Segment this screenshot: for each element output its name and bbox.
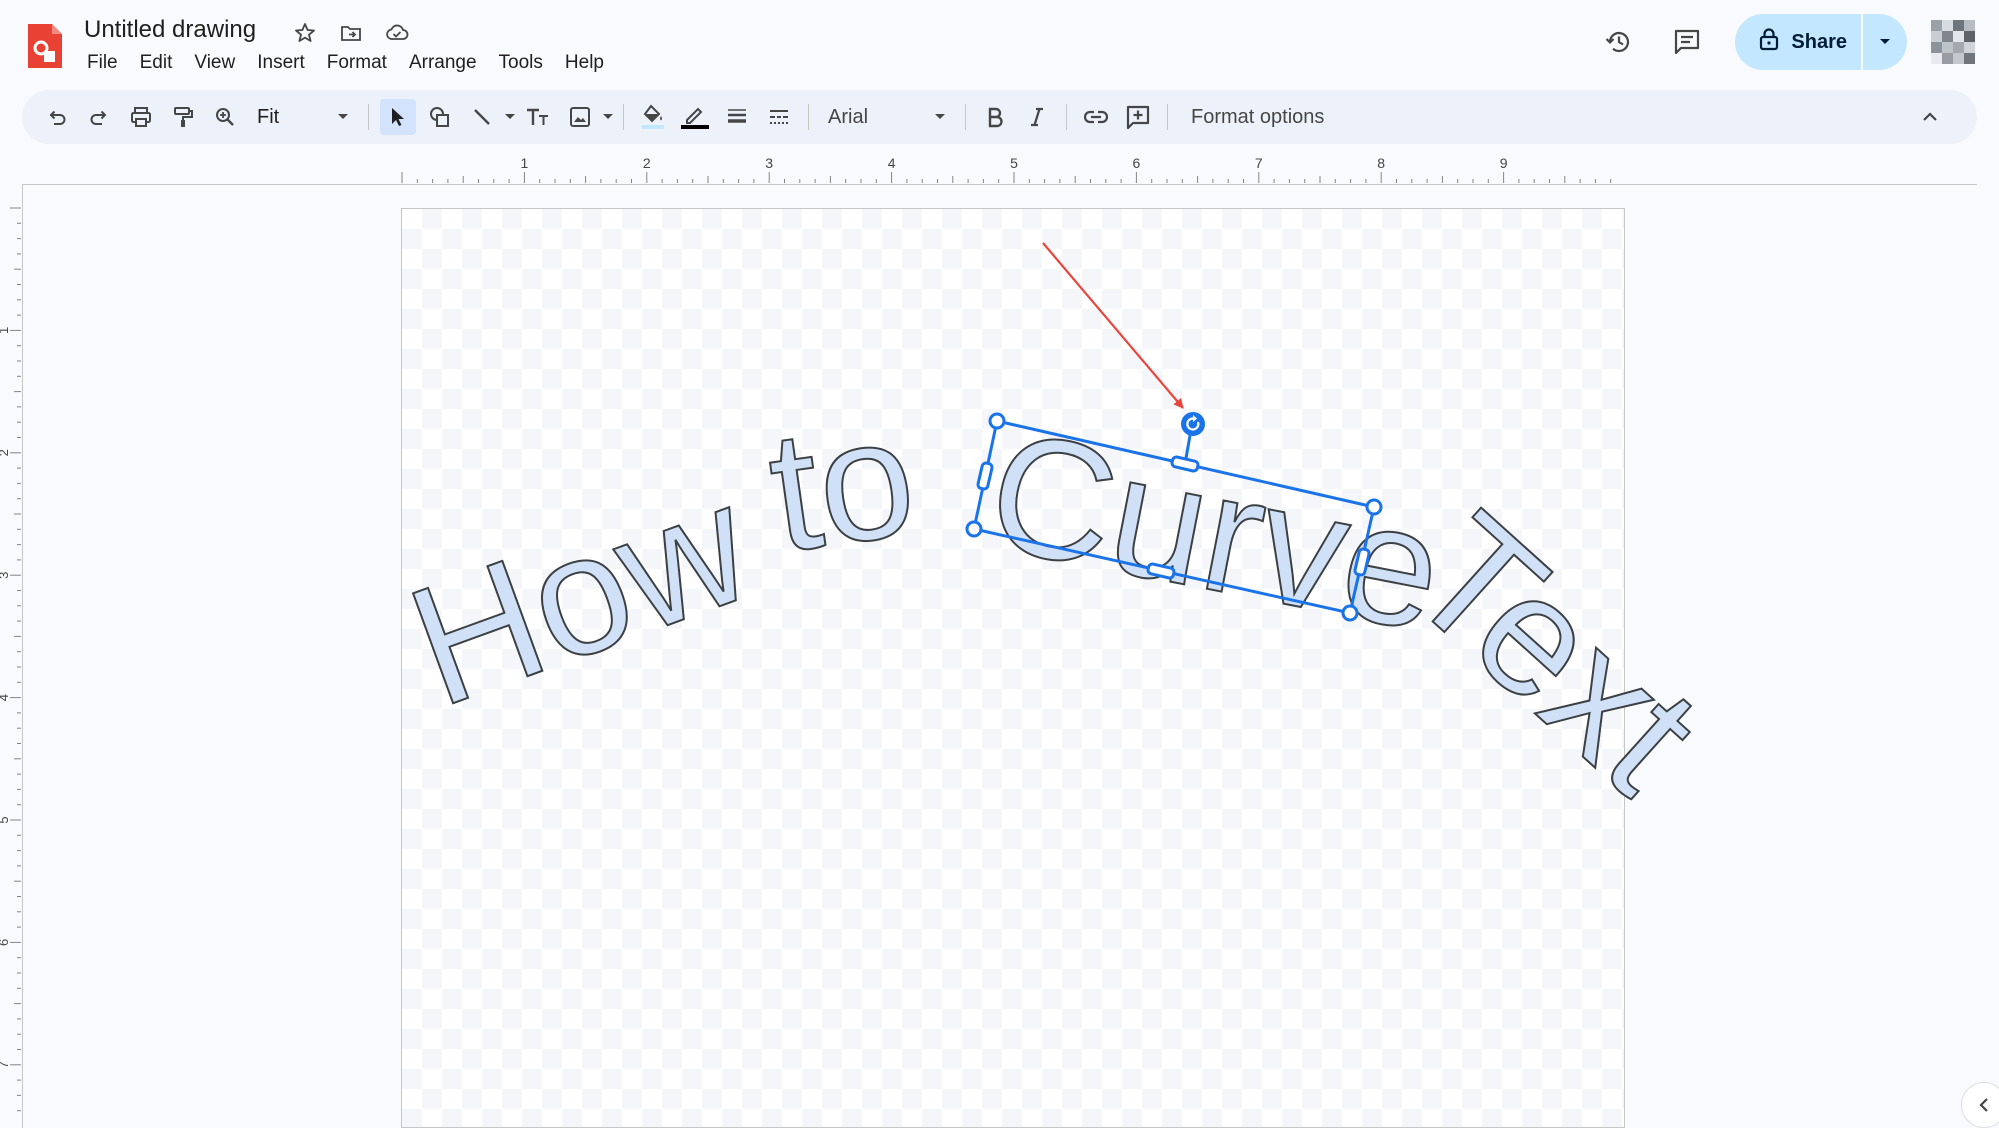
resize-handle[interactable] [976, 461, 994, 491]
chevron-left-icon [1979, 1098, 1988, 1112]
curved-word-to[interactable]: to [758, 380, 927, 590]
side-panel-toggle[interactable] [1961, 1082, 1999, 1128]
resize-handle[interactable] [988, 412, 1006, 430]
resize-handle[interactable] [1341, 604, 1359, 622]
curved-word-how[interactable]: How [387, 446, 775, 743]
resize-handle[interactable] [1365, 498, 1383, 516]
drawing-canvas: How to Curve Text [387, 242, 1735, 829]
annotation-arrow [1042, 242, 1184, 409]
resize-handle[interactable] [965, 520, 983, 538]
rotate-handle-icon[interactable] [1181, 412, 1205, 436]
